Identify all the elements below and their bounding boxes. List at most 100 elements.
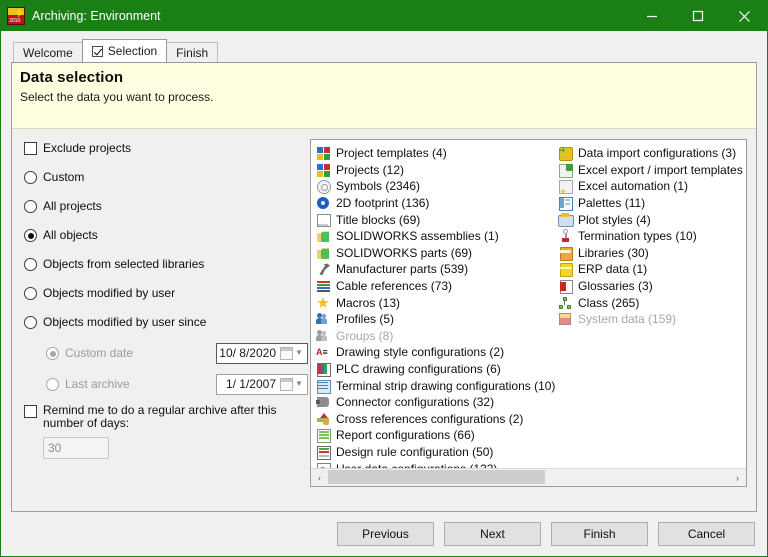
last-archive-date-value: 1/ 1/2007 [225, 377, 276, 391]
list-item-label: Palettes (11) [578, 196, 646, 211]
tab-welcome[interactable]: Welcome [13, 42, 83, 62]
tab-finish[interactable]: Finish [166, 42, 219, 62]
list-item[interactable]: ERP data (1) [556, 261, 746, 278]
list-item[interactable]: Cable references (73) [314, 278, 556, 295]
list-item-label: Title blocks (69) [336, 212, 421, 227]
list-item[interactable]: Report configurations (66) [314, 427, 556, 444]
list-item-label: Excel export / import templates (9) [578, 162, 746, 177]
tab-selection[interactable]: Selection [81, 39, 168, 62]
plot-styles-icon [558, 212, 574, 227]
custom-date-value: 10/ 8/2020 [219, 346, 276, 360]
remind-days-input[interactable]: 30 [43, 437, 109, 459]
page-banner: Data selection Select the data you want … [12, 63, 756, 129]
data-types-columns: Project templates (4) Projects (12) Symb… [311, 140, 746, 468]
scroll-right-icon[interactable]: › [729, 469, 746, 486]
finish-button[interactable]: Finish [551, 522, 648, 546]
list-item[interactable]: Cross references configurations (2) [314, 411, 556, 428]
radio-icon [24, 287, 37, 300]
remind-label: Remind me to do a regular archive after … [43, 403, 277, 430]
radio-objects-from-libraries-label: Objects from selected libraries [43, 257, 205, 271]
window-title: Archiving: Environment [32, 9, 161, 23]
list-item[interactable]: Macros (13) [314, 294, 556, 311]
list-item[interactable]: Excel automation (1) [556, 178, 746, 195]
system-data-icon [558, 312, 574, 326]
radio-all-projects[interactable]: All projects [24, 199, 308, 213]
chevron-down-icon[interactable]: ▼ [293, 349, 305, 357]
horizontal-scrollbar[interactable]: ‹ › [311, 468, 746, 486]
scroll-left-icon[interactable]: ‹ [311, 469, 328, 486]
list-item-label: Groups (8) [336, 328, 394, 343]
list-item[interactable]: Symbols (2346) [314, 178, 556, 195]
list-item[interactable]: 2D footprint (136) [314, 195, 556, 212]
dialog-footer: Previous Next Finish Cancel [1, 512, 767, 556]
archiving-dialog-window: 2010 Archiving: Environment Welcome Sele… [0, 0, 768, 557]
chevron-down-icon[interactable]: ▼ [293, 380, 305, 388]
checkbox-icon [24, 142, 37, 155]
list-item[interactable]: Design rule configuration (50) [314, 444, 556, 461]
list-item[interactable]: Groups (8) [314, 328, 556, 345]
list-item[interactable]: Libraries (30) [556, 245, 746, 262]
list-item[interactable]: Project templates (4) [314, 145, 556, 162]
remind-checkbox[interactable]: Remind me to do a regular archive after … [24, 404, 296, 430]
cancel-button[interactable]: Cancel [658, 522, 755, 546]
data-types-column-2: Data import configurations (3) Excel exp… [556, 145, 746, 468]
list-item-label: Termination types (10) [578, 229, 697, 244]
radio-custom-date[interactable]: Custom date [46, 346, 216, 360]
list-item[interactable]: A≡ Drawing style configurations (2) [314, 344, 556, 361]
list-item[interactable]: Data import configurations (3) [556, 145, 746, 162]
list-item[interactable]: PLC drawing configurations (6) [314, 361, 556, 378]
list-item[interactable]: Manufacturer parts (539) [314, 261, 556, 278]
radio-selected-icon [46, 347, 59, 360]
radio-last-archive[interactable]: Last archive [46, 377, 216, 391]
radio-objects-from-libraries[interactable]: Objects from selected libraries [24, 257, 308, 271]
list-item-label: 2D footprint (136) [336, 196, 430, 211]
radio-all-objects[interactable]: All objects [24, 228, 308, 242]
list-item[interactable]: Connector configurations (32) [314, 394, 556, 411]
list-item-label: Connector configurations (32) [336, 395, 495, 410]
cross-reference-icon [316, 412, 332, 426]
list-item[interactable]: Terminal strip drawing configurations (1… [314, 377, 556, 394]
radio-last-archive-label: Last archive [65, 377, 130, 391]
previous-button[interactable]: Previous [337, 522, 434, 546]
radio-objects-modified-by-user[interactable]: Objects modified by user [24, 286, 308, 300]
list-item[interactable]: Palettes (11) [556, 195, 746, 212]
data-import-icon [558, 146, 574, 162]
radio-icon [24, 200, 37, 213]
list-item[interactable]: Excel export / import templates (9) [556, 162, 746, 179]
radio-custom[interactable]: Custom [24, 170, 308, 184]
date-options-group: Custom date 10/ 8/2020 ▼ Last archive 1/… [24, 342, 308, 395]
palettes-icon [558, 196, 574, 212]
list-item[interactable]: Plot styles (4) [556, 211, 746, 228]
list-item[interactable]: Projects (12) [314, 162, 556, 179]
list-item[interactable]: Termination types (10) [556, 228, 746, 245]
macros-icon [316, 296, 332, 310]
radio-objects-modified-since[interactable]: Objects modified by user since [24, 315, 308, 329]
custom-date-input[interactable]: 10/ 8/2020 ▼ [216, 342, 308, 364]
close-button[interactable] [721, 1, 767, 31]
list-item-label: ERP data (1) [578, 262, 648, 277]
scrollbar-track[interactable] [328, 469, 729, 486]
page-title: Data selection [20, 69, 124, 86]
custom-date-row: Custom date 10/ 8/2020 ▼ [46, 342, 308, 364]
list-item[interactable]: SOLIDWORKS assemblies (1) [314, 228, 556, 245]
list-item[interactable]: Class (265) [556, 294, 746, 311]
list-item[interactable]: System data (159) [556, 311, 746, 328]
list-item[interactable]: Glossaries (3) [556, 278, 746, 295]
radio-icon [24, 171, 37, 184]
connector-config-icon [316, 395, 332, 409]
list-item[interactable]: Title blocks (69) [314, 211, 556, 228]
minimize-button[interactable] [629, 1, 675, 31]
manufacturer-parts-icon [316, 262, 332, 276]
list-item[interactable]: Profiles (5) [314, 311, 556, 328]
scrollbar-thumb[interactable] [328, 470, 545, 484]
app-logo-icon: 2010 [7, 7, 25, 25]
list-item[interactable]: SOLIDWORKS parts (69) [314, 245, 556, 262]
excel-automation-icon [558, 179, 574, 195]
next-button[interactable]: Next [444, 522, 541, 546]
exclude-projects-checkbox[interactable]: Exclude projects [24, 141, 308, 155]
last-archive-date-input[interactable]: 1/ 1/2007 ▼ [216, 373, 308, 395]
title-bar: 2010 Archiving: Environment [1, 1, 767, 31]
list-item[interactable]: User data configurations (133) [314, 460, 556, 468]
maximize-button[interactable] [675, 1, 721, 31]
list-item-label: Drawing style configurations (2) [336, 345, 505, 360]
